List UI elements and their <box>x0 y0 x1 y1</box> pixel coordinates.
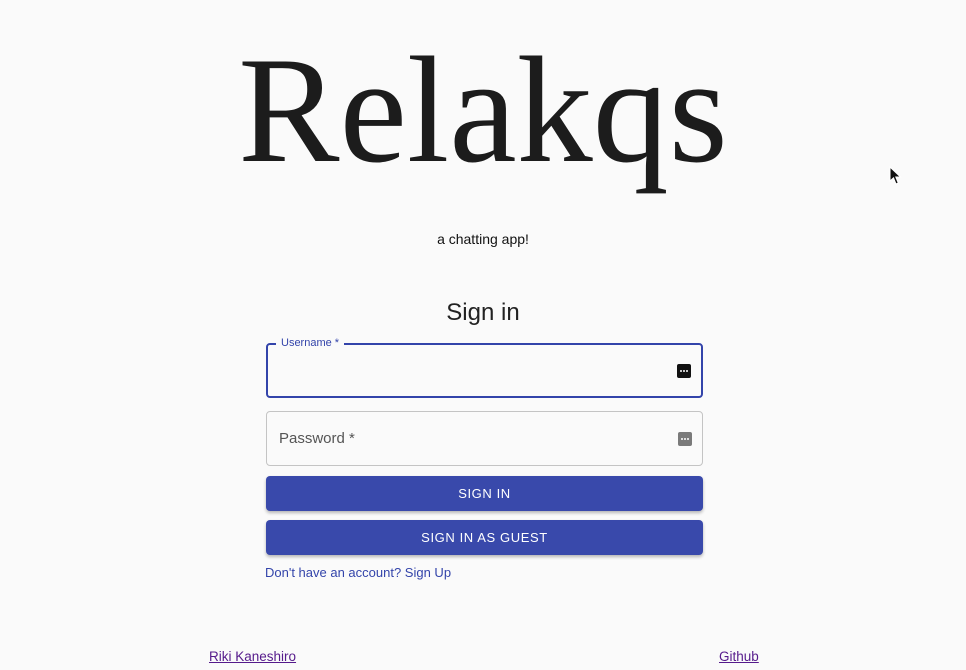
username-field[interactable]: Username * <box>266 336 703 398</box>
github-link[interactable]: Github <box>719 649 759 665</box>
username-input[interactable] <box>280 345 660 396</box>
app-tagline: a chatting app! <box>437 231 529 247</box>
page-title: Sign in <box>446 299 520 326</box>
password-field[interactable] <box>266 411 703 466</box>
sign-in-button[interactable]: SIGN IN <box>266 476 703 511</box>
author-link[interactable]: Riki Kaneshiro <box>209 649 296 665</box>
sign-in-as-guest-button[interactable]: SIGN IN AS GUEST <box>266 520 703 555</box>
password-manager-icon[interactable] <box>678 431 692 446</box>
mouse-pointer-icon <box>889 166 902 185</box>
app-logo: Relakqs <box>238 26 728 194</box>
password-input[interactable] <box>279 412 659 465</box>
sign-up-link[interactable]: Don't have an account? Sign Up <box>265 565 451 581</box>
password-manager-icon[interactable] <box>677 363 691 378</box>
